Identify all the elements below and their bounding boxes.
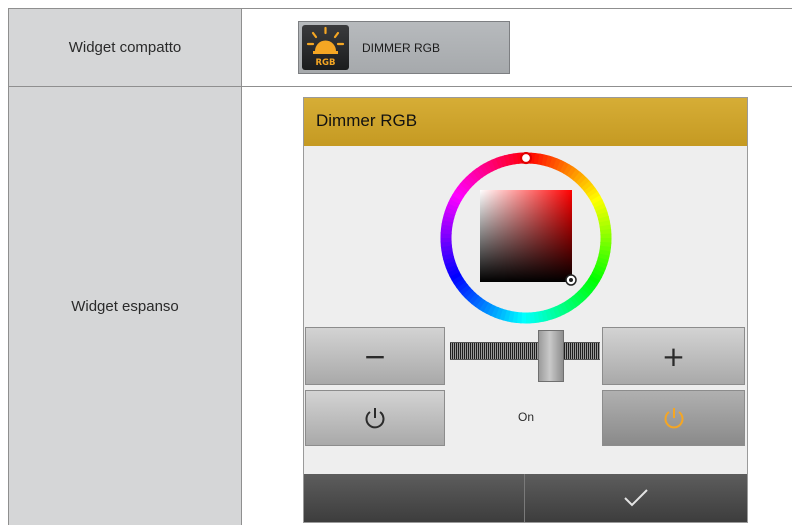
widget-title: Dimmer RGB xyxy=(316,111,418,130)
table-column-divider xyxy=(241,8,242,525)
rgb-bulb-icon: RGB xyxy=(302,25,349,70)
saturation-value-square[interactable] xyxy=(480,190,572,282)
plus-icon: + xyxy=(661,339,686,373)
increase-brightness-button[interactable]: + xyxy=(602,327,745,385)
footer-left-button[interactable] xyxy=(304,474,524,522)
expanded-dimmer-widget: Dimmer RGB − + On xyxy=(304,98,747,522)
row-label-compact: Widget compatto xyxy=(9,9,241,86)
decrease-brightness-button[interactable]: − xyxy=(305,327,445,385)
power-state-label: On xyxy=(517,410,534,424)
compact-widget-label: DIMMER RGB xyxy=(362,41,440,55)
row-label-expanded: Widget espanso xyxy=(9,87,241,525)
power-on-button[interactable] xyxy=(602,390,745,446)
widget-footer xyxy=(304,474,747,522)
color-picker[interactable] xyxy=(440,152,612,324)
widget-spec-table: Widget compatto Widget espanso RGB DIMME… xyxy=(0,0,792,525)
sv-handle-icon[interactable] xyxy=(565,274,577,286)
compact-dimmer-widget[interactable]: RGB DIMMER RGB xyxy=(298,21,510,74)
svg-text:RGB: RGB xyxy=(315,58,335,68)
checkmark-icon xyxy=(624,489,648,507)
power-icon xyxy=(365,408,385,429)
brightness-slider-track[interactable] xyxy=(450,342,600,360)
row-label-text: Widget espanso xyxy=(71,297,179,315)
row-label-text: Widget compatto xyxy=(68,39,182,56)
power-off-button[interactable] xyxy=(305,390,445,446)
power-icon xyxy=(664,408,683,429)
brightness-slider-handle[interactable] xyxy=(538,330,564,382)
confirm-button[interactable] xyxy=(525,474,747,522)
hue-handle-icon[interactable] xyxy=(519,152,533,165)
minus-icon: − xyxy=(363,339,387,373)
widget-header: Dimmer RGB xyxy=(304,98,747,146)
